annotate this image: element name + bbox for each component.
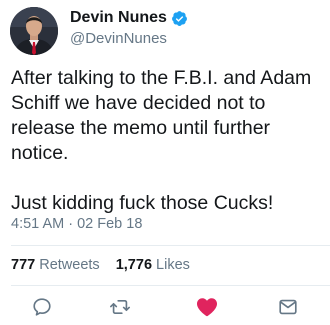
author-name[interactable]: Devin Nunes (70, 9, 167, 27)
tweet-text: After talking to the F.B.I. and Adam Sch… (11, 66, 323, 216)
like-icon (197, 298, 217, 317)
author-handle[interactable]: @DevinNunes (70, 30, 167, 47)
reply-button[interactable] (29, 294, 55, 320)
tweet-card: Devin Nunes @DevinNunes After talking to… (0, 0, 330, 325)
tweet-paragraph-1: After talking to the F.B.I. and Adam Sch… (11, 67, 312, 164)
divider (11, 285, 330, 286)
like-button[interactable] (194, 294, 220, 320)
author-name-row[interactable]: Devin Nunes (70, 9, 188, 27)
retweet-icon (110, 299, 130, 315)
tweet-stats: 777 Retweets 1,776 Likes (11, 257, 190, 273)
tweet-timestamp[interactable]: 4:51 AM · 02 Feb 18 (11, 216, 142, 232)
direct-message-icon (279, 299, 297, 315)
direct-message-button[interactable] (275, 294, 301, 320)
verified-badge-icon (171, 10, 188, 27)
retweets-label: Retweets (39, 257, 100, 273)
retweets-count: 777 (11, 257, 36, 273)
likes-label: Likes (156, 257, 190, 273)
tweet-paragraph-2: Just kidding fuck those Cucks! (11, 192, 274, 214)
divider (11, 245, 330, 246)
retweet-button[interactable] (107, 294, 133, 320)
reply-icon (33, 298, 51, 316)
retweets-stat[interactable]: 777 Retweets (11, 257, 104, 273)
avatar-photo (10, 7, 58, 55)
likes-stat[interactable]: 1,776 Likes (116, 257, 190, 273)
action-bar (0, 294, 330, 320)
avatar[interactable] (10, 7, 58, 55)
likes-count: 1,776 (115, 257, 153, 273)
